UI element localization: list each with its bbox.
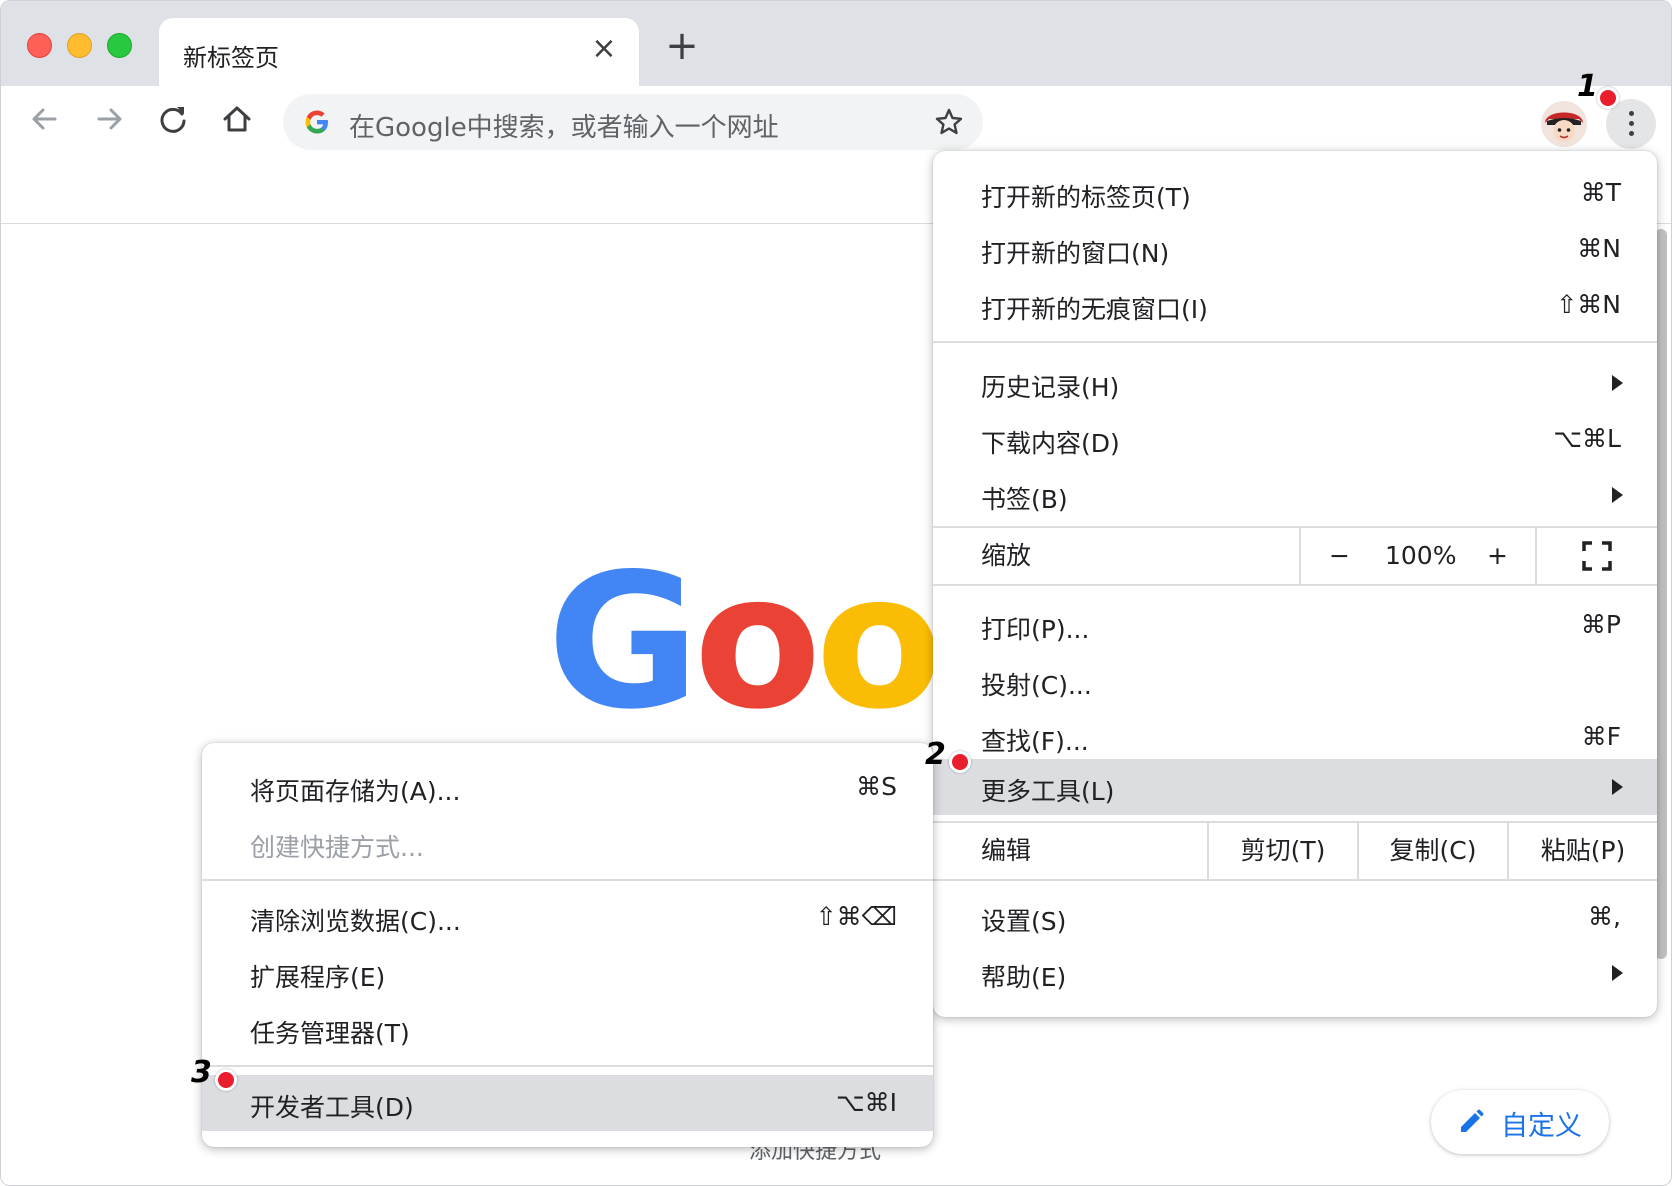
- step-dot-2: [949, 751, 971, 773]
- minimize-window-button[interactable]: [67, 33, 92, 58]
- zoom-controls: − 100% +: [1299, 528, 1535, 584]
- step-marker-3: 3: [191, 1055, 212, 1090]
- menu-item-label: 创建快捷方式...: [250, 833, 424, 862]
- menu-item-label: 开发者工具(D): [250, 1093, 414, 1122]
- forward-icon[interactable]: [89, 99, 129, 139]
- menu-item-shortcut: ⌘,: [1588, 902, 1621, 931]
- menu-item-extensions[interactable]: 扩展程序(E): [202, 945, 933, 1001]
- toolbar: 在Google中搜索，或者输入一个网址: [1, 86, 1671, 151]
- menu-item-save-page[interactable]: 将页面存储为(A)... ⌘S: [202, 759, 933, 815]
- menu-item-shortcut: ⌥⌘L: [1553, 424, 1621, 453]
- menu-item-new-tab[interactable]: 打开新的标签页(T) ⌘T: [933, 165, 1657, 221]
- menu-item-shortcut: ⌘N: [1577, 234, 1621, 263]
- menu-item-label: 清除浏览数据(C)...: [250, 907, 461, 936]
- menu-item-shortcut: ⌘F: [1581, 722, 1621, 751]
- zoom-row: 缩放 − 100% +: [933, 526, 1657, 586]
- menu-item-create-shortcut: 创建快捷方式...: [202, 815, 933, 871]
- pencil-icon: [1461, 1109, 1484, 1132]
- menu-item-settings[interactable]: 设置(S) ⌘,: [933, 889, 1657, 945]
- menu-item-label: 任务管理器(T): [250, 1019, 410, 1048]
- menu-item-label: 将页面存储为(A)...: [250, 777, 461, 806]
- step-marker-2: 2: [925, 737, 946, 772]
- menu-item-label: 设置(S): [981, 907, 1067, 936]
- menu-item-shortcut: ⌘P: [1580, 610, 1621, 639]
- customize-label: 自定义: [1501, 1111, 1582, 1142]
- zoom-out-button[interactable]: −: [1329, 528, 1350, 584]
- menu-divider: [202, 1065, 933, 1067]
- omnibox-placeholder: 在Google中搜索，或者输入一个网址: [349, 113, 779, 143]
- home-icon[interactable]: [217, 99, 257, 139]
- menu-item-clear-browsing-data[interactable]: 清除浏览数据(C)... ⇧⌘⌫: [202, 889, 933, 945]
- submenu-arrow-icon: [1612, 965, 1623, 981]
- step-dot-1: [1597, 87, 1619, 109]
- reload-icon[interactable]: [153, 99, 193, 139]
- menu-item-label: 打开新的标签页(T): [981, 183, 1191, 212]
- menu-item-label: 打开新的无痕窗口(I): [981, 295, 1208, 324]
- customize-button[interactable]: 自定义: [1431, 1090, 1609, 1154]
- close-icon[interactable]: ×: [589, 34, 619, 64]
- fullscreen-icon: [1582, 541, 1612, 571]
- menu-item-label: 查找(F)...: [981, 727, 1089, 756]
- menu-item-label: 打印(P)...: [981, 615, 1090, 644]
- zoom-label: 缩放: [981, 541, 1032, 570]
- search-input[interactable]: 在Google中搜索，或者输入一个网址: [283, 94, 983, 150]
- menu-item-new-incognito[interactable]: 打开新的无痕窗口(I) ⇧⌘N: [933, 277, 1657, 333]
- menu-item-label: 历史记录(H): [981, 373, 1120, 402]
- menu-item-label: 投射(C)...: [981, 671, 1092, 700]
- menu-divider: [202, 879, 933, 881]
- zoom-level: 100%: [1385, 541, 1457, 570]
- menu-item-shortcut: ⇧⌘⌫: [815, 902, 897, 931]
- menu-item-shortcut: ⌘T: [1580, 178, 1621, 207]
- menu-item-bookmarks[interactable]: 书签(B): [933, 467, 1657, 523]
- submenu-arrow-icon: [1612, 487, 1623, 503]
- menu-item-label: 打开新的窗口(N): [981, 239, 1170, 268]
- menu-item-shortcut: ⇧⌘N: [1556, 290, 1621, 319]
- cut-button[interactable]: 剪切(T): [1207, 823, 1357, 879]
- tab-new-tab[interactable]: 新标签页 ×: [159, 18, 639, 86]
- menu-item-label: 下载内容(D): [981, 429, 1120, 458]
- close-window-button[interactable]: [27, 33, 52, 58]
- new-tab-button[interactable]: +: [664, 26, 700, 66]
- submenu-arrow-icon: [1612, 779, 1623, 795]
- menu-item-cast[interactable]: 投射(C)...: [933, 653, 1657, 709]
- tab-title: 新标签页: [183, 44, 279, 72]
- menu-divider: [933, 341, 1657, 343]
- menu-item-label: 书签(B): [981, 485, 1068, 514]
- avatar[interactable]: [1541, 101, 1587, 147]
- paste-button[interactable]: 粘贴(P): [1507, 823, 1657, 879]
- menu-item-shortcut: ⌘S: [856, 772, 897, 801]
- menu-item-shortcut: ⌥⌘I: [835, 1088, 897, 1117]
- menu-item-more-tools[interactable]: 更多工具(L): [933, 759, 1657, 815]
- more-tools-submenu: 将页面存储为(A)... ⌘S 创建快捷方式... 清除浏览数据(C)... ⇧…: [202, 743, 933, 1147]
- step-marker-1: 1: [1577, 69, 1598, 104]
- menu-item-label: 扩展程序(E): [250, 963, 386, 992]
- menu-item-label: 更多工具(L): [981, 777, 1115, 806]
- zoom-in-button[interactable]: +: [1487, 528, 1508, 584]
- menu-item-developer-tools[interactable]: 开发者工具(D) ⌥⌘I: [202, 1075, 933, 1131]
- menu-item-new-window[interactable]: 打开新的窗口(N) ⌘N: [933, 221, 1657, 277]
- browser-window: 新标签页 × + 在Google中搜索，或者输入一个网址 Goo 添加快捷方式 …: [0, 0, 1672, 1186]
- menu-item-downloads[interactable]: 下载内容(D) ⌥⌘L: [933, 411, 1657, 467]
- star-icon[interactable]: [933, 106, 965, 138]
- google-g-icon: [305, 110, 328, 134]
- avatar-icon: [1541, 101, 1587, 147]
- chrome-main-menu: 打开新的标签页(T) ⌘T 打开新的窗口(N) ⌘N 打开新的无痕窗口(I) ⇧…: [933, 151, 1657, 1017]
- menu-item-find[interactable]: 查找(F)... ⌘F: [933, 709, 1657, 765]
- edit-label: 编辑: [981, 836, 1032, 865]
- step-dot-3: [215, 1069, 237, 1091]
- back-icon[interactable]: [25, 99, 65, 139]
- fullscreen-button[interactable]: [1535, 528, 1657, 584]
- edit-row: 编辑 剪切(T) 复制(C) 粘贴(P): [933, 821, 1657, 881]
- tab-strip: 新标签页 × +: [1, 1, 1671, 86]
- menu-item-task-manager[interactable]: 任务管理器(T): [202, 1001, 933, 1057]
- copy-button[interactable]: 复制(C): [1357, 823, 1507, 879]
- menu-item-history[interactable]: 历史记录(H): [933, 355, 1657, 411]
- menu-item-print[interactable]: 打印(P)... ⌘P: [933, 597, 1657, 653]
- submenu-arrow-icon: [1612, 375, 1623, 391]
- menu-item-label: 帮助(E): [981, 963, 1067, 992]
- menu-item-help[interactable]: 帮助(E): [933, 945, 1657, 1001]
- zoom-window-button[interactable]: [107, 33, 132, 58]
